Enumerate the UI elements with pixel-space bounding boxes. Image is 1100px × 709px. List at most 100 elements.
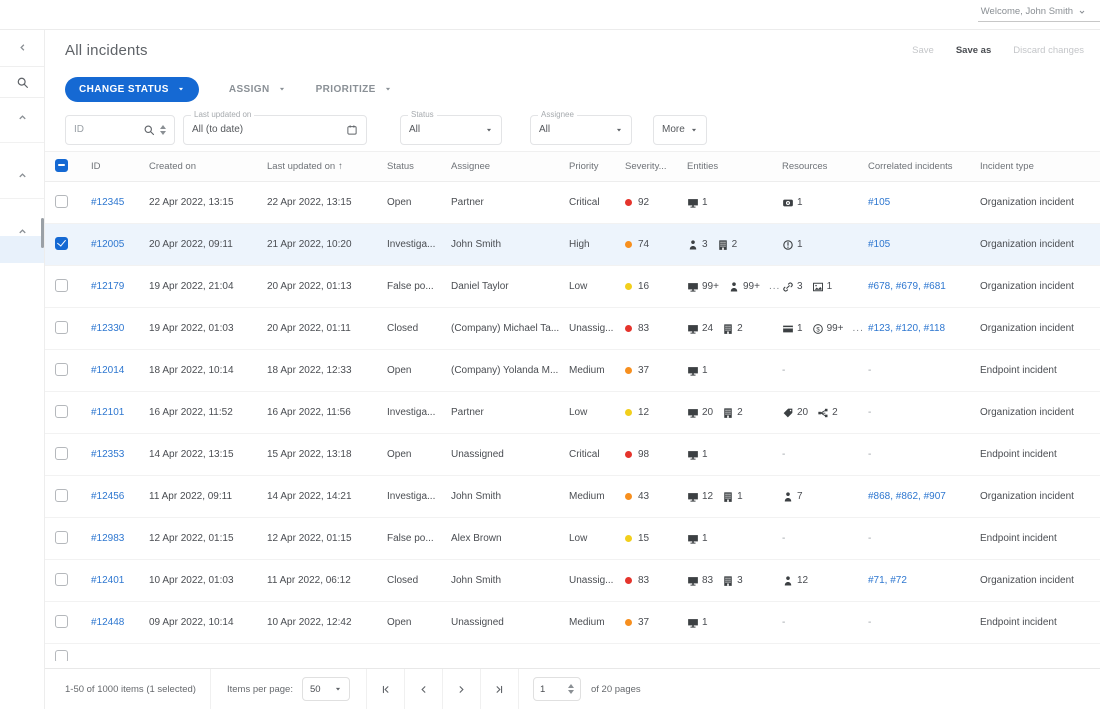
last-page-button[interactable]	[481, 669, 519, 709]
incident-id-link[interactable]: #12330	[91, 323, 149, 334]
incident-id-link[interactable]: #12005	[91, 239, 149, 250]
table-row[interactable]: #12983 12 Apr 2022, 01:15 12 Apr 2022, 0…	[45, 518, 1100, 560]
collapse-panel-button[interactable]	[0, 42, 44, 53]
table-row[interactable]: #12014 18 Apr 2022, 10:14 18 Apr 2022, 1…	[45, 350, 1100, 392]
more-filters-button[interactable]: More	[653, 115, 707, 145]
correlated-incidents-link[interactable]: #71, #72	[868, 575, 980, 586]
correlated-incidents-link: -	[868, 407, 980, 418]
column-header-updated[interactable]: Last updated on↑	[267, 161, 387, 172]
incident-id-link[interactable]: #12983	[91, 533, 149, 544]
row-checkbox[interactable]	[55, 489, 68, 502]
assign-button[interactable]: ASSIGN	[229, 84, 286, 95]
row-checkbox[interactable]	[55, 237, 68, 250]
incident-id-link[interactable]: #12345	[91, 197, 149, 208]
select-all-checkbox[interactable]	[55, 159, 68, 172]
row-checkbox[interactable]	[55, 195, 68, 208]
correlated-incidents-link[interactable]: #678, #679, #681	[868, 281, 980, 292]
row-checkbox[interactable]	[55, 615, 68, 628]
column-header-severity[interactable]: Severity...	[625, 161, 687, 172]
table-row[interactable]: #12345 22 Apr 2022, 13:15 22 Apr 2022, 1…	[45, 182, 1100, 224]
correlated-incidents-link[interactable]: #868, #862, #907	[868, 491, 980, 502]
priority-cell: Low	[569, 533, 625, 544]
row-checkbox[interactable]	[55, 531, 68, 544]
column-header-id[interactable]: ID	[91, 161, 149, 172]
created-on-cell: 19 Apr 2022, 01:03	[149, 323, 267, 334]
previous-page-button[interactable]	[405, 669, 443, 709]
incident-id-link[interactable]: #12014	[91, 365, 149, 376]
sidebar-scrollbar[interactable]	[41, 218, 44, 248]
next-page-button[interactable]	[443, 669, 481, 709]
calendar-icon[interactable]	[346, 124, 358, 136]
page-number-input[interactable]: 1	[533, 677, 581, 701]
row-checkbox[interactable]	[55, 405, 68, 418]
row-checkbox[interactable]	[55, 447, 68, 460]
row-checkbox[interactable]	[55, 321, 68, 334]
caret-down-icon	[690, 126, 698, 134]
column-header-type[interactable]: Incident type	[980, 161, 1100, 172]
correlated-incidents-link[interactable]: #123, #120, #118	[868, 323, 980, 334]
monitor-icon: 1	[687, 365, 708, 377]
monitor-icon: 1	[687, 617, 708, 629]
user-menu[interactable]: Welcome, John Smith	[981, 6, 1086, 17]
monitor-icon: 1	[687, 197, 708, 209]
sidebar-divider	[0, 198, 44, 199]
more-ellipsis: ...	[853, 323, 864, 334]
status-cell: Investiga...	[387, 491, 451, 502]
column-header-correlated[interactable]: Correlated incidents	[868, 161, 980, 172]
sidebar-selected-indicator	[0, 236, 44, 263]
row-checkbox[interactable]	[55, 650, 68, 661]
table-row[interactable]: #12330 19 Apr 2022, 01:03 20 Apr 2022, 0…	[45, 308, 1100, 350]
prioritize-button[interactable]: PRIORITIZE	[316, 84, 392, 95]
assignee-filter[interactable]: Assignee All	[530, 115, 632, 145]
incident-id-link[interactable]: #12353	[91, 449, 149, 460]
column-header-created[interactable]: Created on	[149, 161, 267, 172]
status-cell: Investiga...	[387, 239, 451, 250]
row-checkbox[interactable]	[55, 279, 68, 292]
id-filter-input[interactable]	[74, 124, 132, 135]
table-row[interactable]: #12353 14 Apr 2022, 13:15 15 Apr 2022, 1…	[45, 434, 1100, 476]
status-filter[interactable]: Status All	[400, 115, 502, 145]
correlated-incidents-link[interactable]: #105	[868, 197, 980, 208]
table-row[interactable]: #12456 11 Apr 2022, 09:11 14 Apr 2022, 1…	[45, 476, 1100, 518]
status-cell: Open	[387, 449, 451, 460]
discard-changes-button[interactable]: Discard changes	[1013, 45, 1084, 56]
save-button[interactable]: Save	[912, 45, 934, 56]
entities-cell: 1	[687, 365, 782, 377]
sidebar-section-toggle-2[interactable]	[0, 170, 44, 181]
table-row[interactable]: #12401 10 Apr 2022, 01:03 11 Apr 2022, 0…	[45, 560, 1100, 602]
last-updated-cell: 12 Apr 2022, 01:15	[267, 533, 387, 544]
column-header-entities[interactable]: Entities	[687, 161, 782, 172]
row-checkbox[interactable]	[55, 363, 68, 376]
column-header-status[interactable]: Status	[387, 161, 451, 172]
incident-id-link[interactable]: #12456	[91, 491, 149, 502]
id-stepper[interactable]	[160, 125, 166, 135]
incident-id-link[interactable]: #12179	[91, 281, 149, 292]
table-row-partial[interactable]	[45, 644, 1100, 661]
change-status-button[interactable]: CHANGE STATUS	[65, 77, 199, 102]
table-row[interactable]: #12448 09 Apr 2022, 10:14 10 Apr 2022, 1…	[45, 602, 1100, 644]
column-header-resources[interactable]: Resources	[782, 161, 868, 172]
column-header-assignee[interactable]: Assignee	[451, 161, 569, 172]
save-as-button[interactable]: Save as	[956, 45, 991, 56]
correlated-incidents-link[interactable]: #105	[868, 239, 980, 250]
table-row[interactable]: #12101 16 Apr 2022, 11:52 16 Apr 2022, 1…	[45, 392, 1100, 434]
table-row[interactable]: #12179 19 Apr 2022, 21:04 20 Apr 2022, 0…	[45, 266, 1100, 308]
created-on-cell: 11 Apr 2022, 09:11	[149, 491, 267, 502]
incident-id-link[interactable]: #12401	[91, 575, 149, 586]
page-stepper[interactable]	[568, 684, 574, 694]
last-updated-filter[interactable]: Last updated on All (to date)	[183, 115, 367, 145]
severity-cell: 43	[625, 491, 687, 502]
sidebar-search-button[interactable]	[0, 66, 44, 98]
items-per-page-select[interactable]: 50	[302, 677, 350, 701]
table-row[interactable]: #12005 20 Apr 2022, 09:11 21 Apr 2022, 1…	[45, 224, 1100, 266]
sidebar-section-toggle-1[interactable]	[0, 112, 44, 123]
incident-id-link[interactable]: #12101	[91, 407, 149, 418]
column-header-priority[interactable]: Priority	[569, 161, 625, 172]
entities-cell: 1	[687, 533, 782, 545]
first-page-button[interactable]	[367, 669, 405, 709]
user-icon: 7	[782, 491, 803, 503]
incident-id-link[interactable]: #12448	[91, 617, 149, 628]
dollar-icon: 99+	[812, 323, 844, 335]
row-checkbox[interactable]	[55, 573, 68, 586]
search-icon[interactable]	[143, 124, 155, 136]
